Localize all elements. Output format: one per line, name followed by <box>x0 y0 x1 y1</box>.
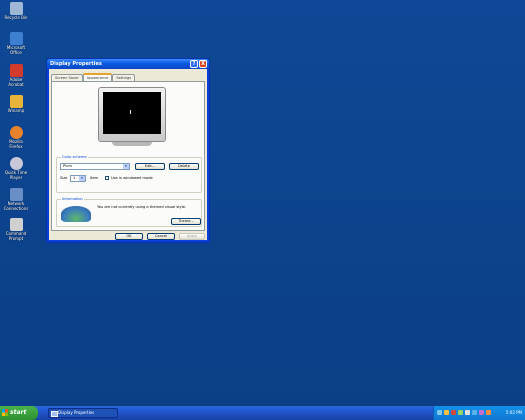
desktop-icon-label: Command Prompt <box>5 231 27 241</box>
desktop-icon-label: Winamp <box>7 108 25 113</box>
desktop-icon-network[interactable]: Network Connections <box>2 188 30 211</box>
quicktime-icon <box>9 157 23 170</box>
command-prompt-icon <box>9 218 23 231</box>
network-icon <box>9 188 23 201</box>
desktop-icon-command-prompt[interactable]: Command Prompt <box>2 218 30 241</box>
taskbar-item-display-properties[interactable]: Display Properties <box>48 408 118 418</box>
recycle-bin-icon <box>9 2 23 15</box>
color-scheme-group-label: Color scheme <box>61 155 88 159</box>
system-tray: 5:02 PM <box>433 406 525 420</box>
window-icon <box>51 411 58 417</box>
clock[interactable]: 5:02 PM <box>506 406 522 420</box>
size-value: 1 <box>73 176 76 180</box>
desktop-icon-winamp[interactable]: Winamp <box>2 95 30 114</box>
media-tray-icon[interactable] <box>479 410 484 415</box>
desktop-icon-label: Mozilla Firefox <box>9 139 23 149</box>
acrobat-icon <box>9 64 23 77</box>
color-scheme-group: Color scheme Plum ▾ Edit... Delete Size … <box>56 155 202 193</box>
desktop-icon-label: Adobe Acrobat <box>8 77 24 87</box>
update-tray-icon[interactable] <box>458 410 463 415</box>
volume-tray-icon[interactable] <box>465 410 470 415</box>
antivirus-tray-icon[interactable] <box>451 410 456 415</box>
desktop-icon-recycle-bin[interactable]: Recycle Bin <box>2 2 30 21</box>
windows-logo-icon <box>2 409 8 416</box>
start-label: start <box>10 409 27 416</box>
taskbar: start Display Properties 5:02 PM <box>0 406 525 420</box>
chevron-down-icon[interactable]: ▾ <box>123 164 129 169</box>
theme-button[interactable]: Theme... <box>171 218 201 225</box>
desktop-icon-label: Microsoft Office <box>6 45 26 55</box>
messenger-tray-icon[interactable] <box>472 410 477 415</box>
window-title: Display Properties <box>50 61 102 67</box>
windowed-mode-checkbox[interactable] <box>105 176 109 180</box>
desktop-icon-firefox[interactable]: Mozilla Firefox <box>2 126 30 149</box>
firewall-tray-icon[interactable] <box>486 410 491 415</box>
desktop-icon-quicktime[interactable]: Quick Time Player <box>2 157 30 180</box>
desktop-icon-label: Recycle Bin <box>4 15 28 20</box>
globe-icon <box>61 206 91 222</box>
preview-screen <box>103 92 161 134</box>
cancel-button[interactable]: Cancel <box>147 233 175 240</box>
chevron-down-icon[interactable]: ▾ <box>79 176 85 181</box>
size-label: Size <box>60 176 68 180</box>
help-button[interactable]: ? <box>190 60 198 68</box>
start-button[interactable]: start <box>0 406 38 420</box>
information-text: You are not currently using a themed vis… <box>97 205 187 209</box>
monitor-preview <box>98 87 166 142</box>
cursor-icon <box>130 110 134 114</box>
desktop-icon-label: Quick Time Player <box>4 170 28 180</box>
windowed-mode-label: Use in windowed mode <box>111 176 153 180</box>
desktop-icon-office[interactable]: Microsoft Office <box>2 32 30 55</box>
tab-strip: Screen Saver Appearance Settings <box>51 73 136 83</box>
desktop-icon-acrobat[interactable]: Adobe Acrobat <box>2 64 30 87</box>
firefox-icon <box>9 126 23 139</box>
security-tray-icon[interactable] <box>444 410 449 415</box>
office-icon <box>9 32 23 45</box>
ok-button[interactable]: OK <box>115 233 143 240</box>
desktop: Recycle Bin Microsoft Office Adobe Acrob… <box>0 0 525 406</box>
edit-button[interactable]: Edit... <box>135 163 165 170</box>
delete-button[interactable]: Delete <box>169 163 199 170</box>
taskbar-item-label: Display Properties <box>58 410 95 415</box>
desktop-icon-label: Network Connections <box>3 201 29 211</box>
color-scheme-select[interactable]: Plum ▾ <box>60 163 130 170</box>
window-body: Screen Saver Appearance Settings Color s… <box>49 69 207 240</box>
network-tray-icon[interactable] <box>437 410 442 415</box>
apply-button[interactable]: Apply <box>179 233 205 240</box>
item-label: Item <box>90 176 99 180</box>
title-bar[interactable]: Display Properties ? X <box>47 59 209 69</box>
size-select[interactable]: 1 ▾ <box>70 175 86 182</box>
appearance-panel: Color scheme Plum ▾ Edit... Delete Size … <box>51 81 205 231</box>
information-group-label: Information <box>61 197 84 201</box>
information-group: Information You are not currently using … <box>56 197 202 227</box>
display-properties-window: Display Properties ? X Screen Saver Appe… <box>46 58 210 243</box>
close-button[interactable]: X <box>199 60 207 68</box>
winamp-icon <box>9 95 23 108</box>
monitor-stand <box>112 142 152 146</box>
color-scheme-value: Plum <box>63 164 72 168</box>
